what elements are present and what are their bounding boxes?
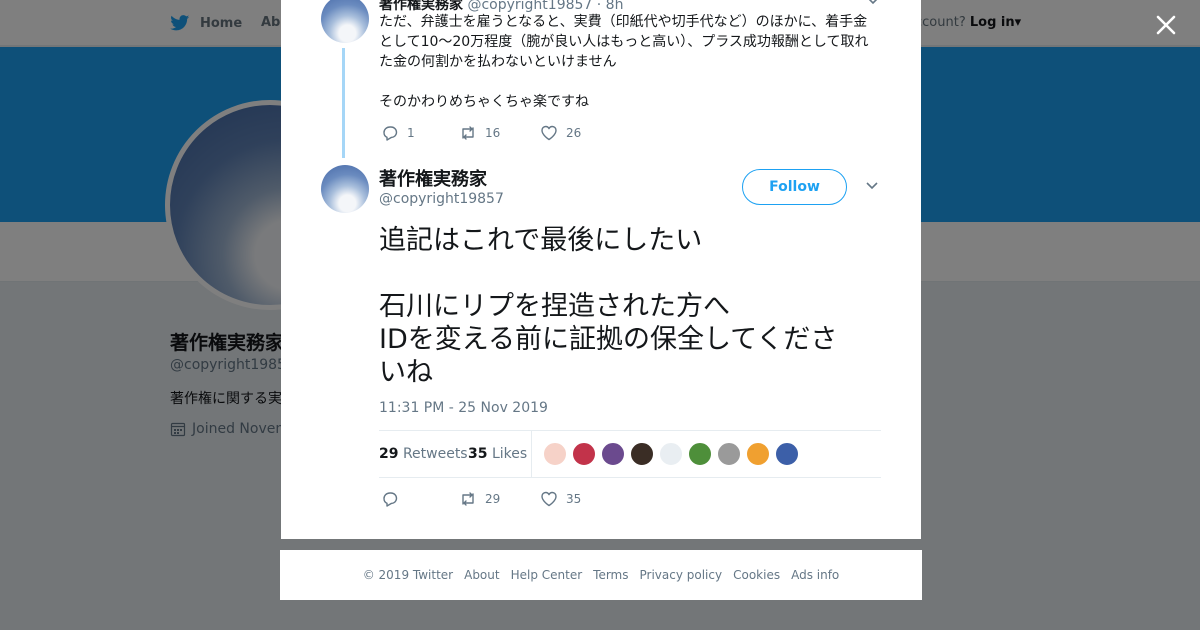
liker-avatar[interactable] [630,442,654,466]
main-tweet-text-line [379,257,869,290]
retweet-button[interactable]: 29 [459,490,540,508]
prev-reply-button[interactable]: 1 [381,124,459,142]
prev-retweet-button[interactable]: 16 [459,124,540,142]
footer-link-help-center[interactable]: Help Center [511,568,583,582]
liker-avatar[interactable] [659,442,683,466]
reply-icon [383,126,398,141]
footer-link-cookies[interactable]: Cookies [733,568,780,582]
footer-copyright: © 2019 Twitter [362,568,454,582]
likes-stat-count: 35 [468,446,488,462]
footer-link-privacy[interactable]: Privacy policy [640,568,723,582]
main-tweet-text-line: 石川にリプを捏造された方へ [379,291,730,322]
liker-avatar[interactable] [572,442,596,466]
chevron-down-icon[interactable] [865,179,879,193]
prev-tweet-text-paragraph-1: ただ、弁護士を雇うとなると、実費（印紙代や切手代など）のほかに、着手金として10… [379,14,869,70]
liker-avatar[interactable] [688,442,712,466]
main-tweet-name[interactable]: 著作権実務家 [379,165,487,191]
retweet-icon [462,492,474,506]
retweets-stat-label: Retweets [402,446,468,462]
reply-button[interactable] [381,490,459,508]
prev-retweet-count: 16 [485,126,501,140]
reply-icon [383,492,398,507]
thread-connector-line [342,48,345,158]
prev-like-count: 26 [566,126,582,140]
modal-footer: © 2019 Twitter About Help Center Terms P… [280,550,922,600]
liker-avatar[interactable] [601,442,625,466]
retweet-count: 29 [485,492,501,506]
follow-button[interactable]: Follow [742,169,847,205]
chevron-down-icon[interactable] [866,0,880,8]
footer-link-about[interactable]: About [464,568,499,582]
prev-like-button[interactable]: 26 [540,124,581,142]
prev-reply-count: 1 [407,126,415,140]
main-tweet-text: 追記はこれで最後にしたい 石川にリプを捏造された方へ IDを変える前に証拠の保全… [379,224,869,389]
likes-stat-label: Likes [491,446,528,462]
like-button[interactable]: 35 [540,490,581,508]
liker-avatar[interactable] [717,442,741,466]
main-tweet-avatar[interactable] [321,165,369,213]
tweet-modal: 著作権実務家 @copyright19857 · 8h ただ、弁護士を雇うとなる… [281,0,921,539]
prev-tweet-actions: 1 16 26 [381,124,581,142]
footer-link-terms[interactable]: Terms [593,568,628,582]
liker-avatar[interactable] [775,442,799,466]
tweet-stats: 29 Retweets 35 Likes [379,430,881,478]
liker-avatar[interactable] [543,442,567,466]
prev-tweet-text-paragraph-2: そのかわりめちゃくちゃ楽ですね [379,94,589,110]
close-icon[interactable] [1153,12,1179,38]
heart-icon [541,491,557,507]
main-tweet-actions: 29 35 [381,490,581,508]
main-tweet-text-line: 追記はこれで最後にしたい [379,225,703,256]
stats-divider [531,431,532,478]
tweet-timestamp[interactable]: 11:31 PM - 25 Nov 2019 [379,400,548,416]
liker-avatars [543,442,799,466]
prev-tweet-text: ただ、弁護士を雇うとなると、実費（印紙代や切手代など）のほかに、着手金として10… [379,12,879,112]
footer-link-ads-info[interactable]: Ads info [791,568,839,582]
main-tweet-text-line: IDを変える前に証拠の保全してくださ [379,324,838,355]
heart-icon [541,125,557,141]
retweets-stat[interactable]: 29 Retweets [379,446,468,462]
prev-tweet-avatar[interactable] [321,0,369,43]
retweet-icon [462,126,474,140]
main-tweet-handle[interactable]: @copyright19857 [379,191,504,207]
likes-stat[interactable]: 35 Likes [468,446,527,462]
liker-avatar[interactable] [746,442,770,466]
retweets-stat-count: 29 [379,446,399,462]
main-tweet-text-line: いね [379,357,433,388]
like-count: 35 [566,492,582,506]
